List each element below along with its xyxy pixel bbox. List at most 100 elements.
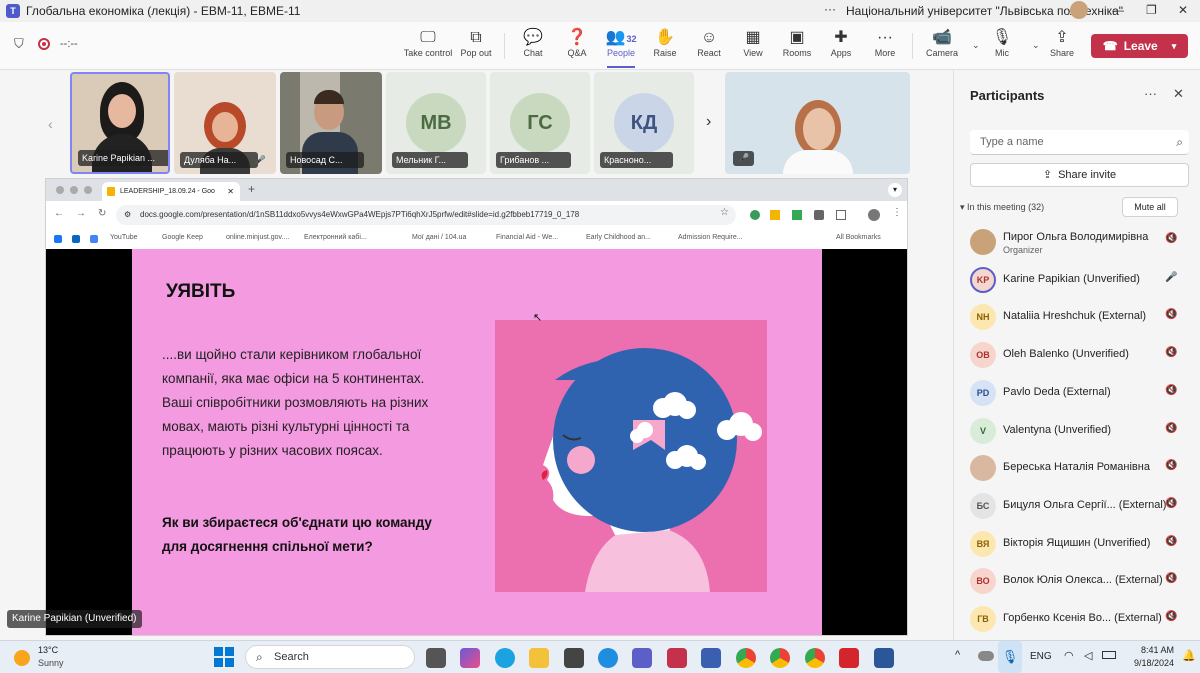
bookmark-icon[interactable] xyxy=(90,235,98,243)
shield-icon[interactable]: ⛉ xyxy=(14,36,24,52)
clock-date[interactable]: 9/18/2024 xyxy=(1122,658,1174,668)
reload-icon[interactable]: ↻ xyxy=(98,208,106,219)
teams-icon[interactable] xyxy=(632,648,652,668)
mic-off-icon[interactable]: 🔇 xyxy=(1165,573,1177,584)
mic-off-icon[interactable]: 🔇 xyxy=(1165,423,1177,434)
avatar-tile[interactable]: КД Красноно... xyxy=(594,72,694,174)
extension-icon[interactable] xyxy=(814,210,824,220)
toolbar-more-button[interactable]: ··· More xyxy=(857,28,913,58)
clock-time[interactable]: 8:41 AM xyxy=(1130,645,1174,655)
notifications-icon[interactable]: 🔔 xyxy=(1182,649,1196,662)
participant-row[interactable]: PD Pavlo Deda (External) 🔇 xyxy=(954,374,1200,412)
participant-row[interactable]: V Valentyna (Unverified) 🔇 xyxy=(954,412,1200,450)
task-view-icon[interactable] xyxy=(426,648,446,668)
chevron-down-icon[interactable]: ▾ xyxy=(1172,41,1177,52)
participant-row[interactable]: Береська Наталія Романівна 🔇 xyxy=(954,449,1200,487)
mic-off-icon[interactable]: 🔇 xyxy=(1165,498,1177,509)
self-video-tile[interactable]: 🎤 xyxy=(725,72,910,174)
bookmark-item[interactable]: Financial Aid - We... xyxy=(496,234,558,241)
bookmark-item[interactable]: YouTube xyxy=(110,234,138,241)
bookmark-star-icon[interactable]: ☆ xyxy=(720,207,729,218)
mic-off-icon[interactable]: 🔇 xyxy=(1165,385,1177,396)
extension-icon[interactable] xyxy=(770,210,780,220)
participant-row[interactable]: KP Karine Papikian (Unverified) 🎤 xyxy=(954,261,1200,299)
video-tile[interactable]: Karine Papikian ... xyxy=(70,72,170,174)
app-icon[interactable] xyxy=(667,648,687,668)
bookmark-item[interactable]: Admission Require... xyxy=(678,234,743,241)
edge-icon[interactable] xyxy=(495,648,515,668)
gallery-next-icon[interactable]: › xyxy=(706,113,711,131)
close-tab-icon[interactable]: ✕ xyxy=(227,182,234,201)
toolbar-pop-out-button[interactable]: ⧉ Pop out xyxy=(448,28,504,58)
more-options-icon[interactable]: ··· xyxy=(1144,86,1157,101)
taskbar-search[interactable]: ⌕ Search xyxy=(245,645,415,669)
participant-row[interactable]: Пирог Ольга Володимирівна Organizer 🔇 xyxy=(954,223,1200,261)
bookmark-icon[interactable] xyxy=(54,235,62,243)
chrome-icon[interactable] xyxy=(770,648,790,668)
file-explorer-icon[interactable] xyxy=(529,648,549,668)
mic-off-icon[interactable]: 🔇 xyxy=(1165,347,1177,358)
address-bar[interactable]: ⚙ docs.google.com/presentation/d/1nSB11d… xyxy=(116,205,736,225)
profile-avatar[interactable] xyxy=(1070,1,1088,19)
toolbar-share-button[interactable]: ⇪ Share xyxy=(1034,28,1090,58)
mic-off-icon[interactable]: 🔇 xyxy=(1165,309,1177,320)
onedrive-icon[interactable] xyxy=(978,651,994,661)
mic-on-icon[interactable]: 🎤 xyxy=(1165,272,1177,283)
app-icon[interactable] xyxy=(598,648,618,668)
gallery-prev-icon[interactable]: ‹ xyxy=(48,116,53,132)
close-window-icon[interactable]: ✕ xyxy=(1178,3,1188,17)
bookmark-item[interactable]: Мої дані / 104.ua xyxy=(412,234,466,241)
site-info-icon[interactable]: ⚙ xyxy=(124,205,131,225)
participant-row[interactable]: ГВ Горбенко Ксенія Во... (External) 🔇 xyxy=(954,600,1200,638)
leave-button[interactable]: ☎ Leave ▾ xyxy=(1091,34,1188,58)
video-tile[interactable]: Дуляба На... 🎤 xyxy=(174,72,276,174)
participant-row[interactable]: БС Бицуля Ольга Сергії... (External) 🔇 xyxy=(954,487,1200,525)
copilot-icon[interactable] xyxy=(460,648,480,668)
extensions-puzzle-icon[interactable] xyxy=(836,210,846,220)
toolbar-mic-button[interactable]: 🎙 Mic xyxy=(974,28,1030,58)
extension-icon[interactable] xyxy=(750,210,760,220)
bookmark-item[interactable]: All Bookmarks xyxy=(836,234,881,241)
tab-search-icon[interactable]: ▾ xyxy=(888,183,902,197)
word-icon[interactable] xyxy=(874,648,894,668)
browser-profile-icon[interactable] xyxy=(868,209,880,221)
mic-off-icon[interactable]: 🔇 xyxy=(1165,536,1177,547)
participant-row[interactable]: NH Nataliia Hreshchuk (External) 🔇 xyxy=(954,298,1200,336)
new-tab-icon[interactable]: + xyxy=(248,182,255,196)
bookmark-icon[interactable] xyxy=(72,235,80,243)
chevron-up-icon[interactable]: ^ xyxy=(955,649,960,661)
toolbar-camera-button[interactable]: 📹 Camera xyxy=(914,28,970,58)
participant-row[interactable]: ВО Волок Юлія Олекса... (External) 🔇 xyxy=(954,562,1200,600)
acrobat-icon[interactable] xyxy=(839,648,859,668)
participant-row[interactable]: ВЯ Вікторія Ящишин (Unverified) 🔇 xyxy=(954,525,1200,563)
bookmark-item[interactable]: Електронний кабі... xyxy=(304,234,367,241)
mic-off-icon[interactable]: 🔇 xyxy=(1165,611,1177,622)
extension-icon[interactable] xyxy=(792,210,802,220)
avatar-tile[interactable]: МВ Мельник Г... xyxy=(386,72,486,174)
bookmark-item[interactable]: Early Childhood an... xyxy=(586,234,651,241)
search-participants-input[interactable]: Type a name ⌕ xyxy=(970,130,1189,155)
wifi-icon[interactable]: ◠ xyxy=(1064,649,1074,662)
bookmark-item[interactable]: online.minjust.gov.... xyxy=(226,234,289,241)
meeting-section-header[interactable]: ▾ In this meeting (32) xyxy=(960,202,1044,213)
avatar-tile[interactable]: ГС Грибанов ... xyxy=(490,72,590,174)
store-icon[interactable] xyxy=(564,648,584,668)
minimize-icon[interactable]: — xyxy=(1112,3,1124,17)
more-options-icon[interactable]: ··· xyxy=(824,2,836,16)
microphone-icon[interactable]: 🎙 xyxy=(998,641,1022,673)
battery-icon[interactable] xyxy=(1102,651,1116,659)
participant-row[interactable]: OB Oleh Balenko (Unverified) 🔇 xyxy=(954,336,1200,374)
back-icon[interactable]: ← xyxy=(54,208,64,219)
browser-menu-icon[interactable]: ⋮ xyxy=(892,207,902,218)
sun-icon[interactable] xyxy=(14,650,30,666)
mute-all-button[interactable]: Mute all xyxy=(1122,197,1178,217)
chrome-icon[interactable] xyxy=(736,648,756,668)
bookmark-item[interactable]: Google Keep xyxy=(162,234,203,241)
close-panel-icon[interactable]: ✕ xyxy=(1173,86,1184,102)
forward-icon[interactable]: → xyxy=(76,208,86,219)
share-invite-button[interactable]: ⇪ Share invite xyxy=(970,163,1189,187)
mic-off-icon[interactable]: 🔇 xyxy=(1165,460,1177,471)
windows-start-icon[interactable] xyxy=(214,647,234,667)
chrome-icon[interactable] xyxy=(805,648,825,668)
maximize-icon[interactable]: ❐ xyxy=(1146,3,1157,17)
